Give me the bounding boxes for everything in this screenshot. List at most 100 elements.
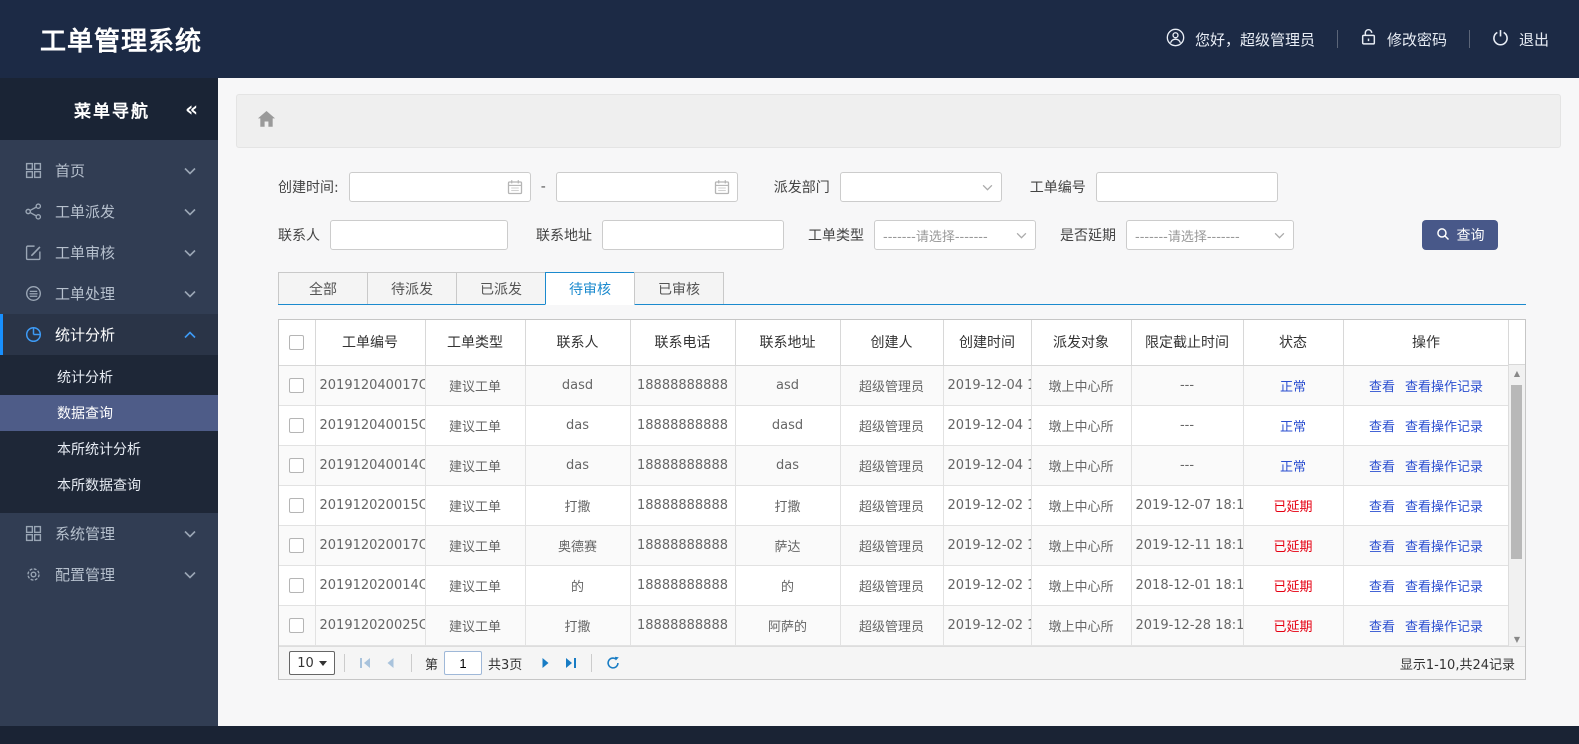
row-checkbox[interactable]: [289, 577, 305, 593]
logout-button[interactable]: 退出: [1492, 29, 1549, 50]
chevron-down-icon: [982, 180, 993, 195]
row-checkbox[interactable]: [289, 497, 305, 513]
tab-all[interactable]: 全部: [278, 272, 368, 304]
status-badge: 已延期: [1242, 564, 1344, 606]
search-button[interactable]: 查询: [1422, 220, 1498, 250]
row-checkbox[interactable]: [289, 457, 305, 473]
sidebar-item-review[interactable]: 工单审核: [0, 232, 218, 273]
page-size-value: 10: [297, 655, 314, 671]
chevron-down-icon: [184, 249, 196, 257]
submenu-item-local-statistics[interactable]: 本所统计分析: [0, 431, 218, 467]
sidebar-item-label: 配置管理: [55, 566, 116, 584]
view-log-link[interactable]: 查看操作记录: [1405, 420, 1483, 435]
create-time-start-input[interactable]: [349, 173, 530, 201]
row-checkbox[interactable]: [289, 377, 305, 393]
create-time-end-input[interactable]: [556, 173, 737, 201]
tab-pending-review[interactable]: 待审核: [545, 272, 635, 305]
calendar-icon[interactable]: [507, 179, 523, 199]
prev-page-button[interactable]: [378, 652, 402, 674]
main-content: 创建时间: - 派发部门 工单编号 联系人 联系地址 工单类型 -------请…: [218, 78, 1579, 726]
chevron-down-icon: [1274, 228, 1285, 243]
col-created: 创建时间: [942, 320, 1032, 366]
view-log-link[interactable]: 查看操作记录: [1405, 620, 1483, 635]
table-row: 201912020014C 建议工单 的 18888888888 的 超级管理员…: [279, 564, 1510, 606]
home-icon[interactable]: [257, 110, 276, 132]
view-link[interactable]: 查看: [1369, 500, 1395, 515]
sidebar-item-system[interactable]: 系统管理: [0, 513, 218, 554]
search-button-label: 查询: [1456, 227, 1485, 243]
power-icon: [1492, 29, 1509, 50]
submenu-label: 数据查询: [57, 406, 113, 422]
view-log-link[interactable]: 查看操作记录: [1405, 500, 1483, 515]
create-time-start-field[interactable]: [348, 172, 531, 202]
sidebar-item-label: 工单审核: [55, 244, 116, 262]
divider: [1468, 30, 1470, 48]
sidebar: 菜单导航 « 首页 工单派发 工单审核 工单处理 统计分析 统计分析 数据查询 …: [0, 78, 218, 726]
address-input[interactable]: [602, 220, 784, 250]
view-log-link[interactable]: 查看操作记录: [1405, 460, 1483, 475]
delay-select[interactable]: -------请选择-------: [1126, 220, 1294, 250]
create-time-end-field[interactable]: [555, 172, 738, 202]
user-greeting[interactable]: 您好，超级管理员: [1166, 28, 1315, 51]
sidebar-item-label: 首页: [55, 162, 86, 180]
view-link[interactable]: 查看: [1369, 420, 1395, 435]
sidebar-item-home[interactable]: 首页: [0, 150, 218, 191]
table-vertical-scrollbar[interactable]: ▲ ▼: [1508, 365, 1525, 646]
divider: [344, 654, 345, 672]
select-value: -------请选择-------: [1135, 229, 1240, 245]
logout-label: 退出: [1518, 30, 1549, 49]
order-type-select[interactable]: -------请选择-------: [874, 220, 1036, 250]
pagination-bar: 10 第 共3页: [279, 646, 1525, 679]
next-page-button[interactable]: [534, 652, 558, 674]
chevron-down-icon: [184, 290, 196, 298]
gear-icon: [24, 566, 42, 584]
divider: [411, 654, 412, 672]
scroll-up-arrow[interactable]: ▲: [1509, 369, 1525, 378]
page-size-select[interactable]: 10: [289, 651, 335, 675]
dispatch-dept-select[interactable]: [839, 172, 1002, 202]
tab-reviewed[interactable]: 已审核: [634, 272, 724, 304]
submenu-item-data-query[interactable]: 数据查询: [0, 395, 218, 431]
view-log-link[interactable]: 查看操作记录: [1405, 380, 1483, 395]
view-link[interactable]: 查看: [1369, 580, 1395, 595]
submenu-item-statistics-analysis[interactable]: 统计分析: [0, 359, 218, 395]
col-address: 联系地址: [734, 320, 841, 366]
page-number-input[interactable]: [444, 651, 483, 675]
row-checkbox[interactable]: [289, 417, 305, 433]
top-header: 工单管理系统 您好，超级管理员 修改密码 退出: [0, 0, 1579, 78]
select-all-checkbox[interactable]: [289, 334, 305, 350]
view-link[interactable]: 查看: [1369, 540, 1395, 555]
database-icon: [24, 285, 42, 303]
tab-pending-dispatch[interactable]: 待派发: [367, 272, 457, 304]
sidebar-item-process[interactable]: 工单处理: [0, 273, 218, 314]
divider: [591, 654, 593, 672]
change-password-button[interactable]: 修改密码: [1360, 28, 1447, 50]
lock-icon: [1360, 28, 1377, 50]
submenu-item-local-data-query[interactable]: 本所数据查询: [0, 467, 218, 503]
sidebar-item-dispatch[interactable]: 工单派发: [0, 191, 218, 232]
refresh-icon[interactable]: [601, 652, 625, 674]
calendar-icon[interactable]: [714, 179, 730, 199]
row-checkbox[interactable]: [289, 617, 305, 633]
scrollbar-thumb[interactable]: [1511, 385, 1522, 560]
scroll-down-arrow[interactable]: ▼: [1509, 635, 1525, 644]
col-phone: 联系电话: [629, 320, 736, 366]
last-page-button[interactable]: [558, 652, 582, 674]
contact-input[interactable]: [330, 220, 508, 250]
view-log-link[interactable]: 查看操作记录: [1405, 580, 1483, 595]
row-checkbox[interactable]: [289, 537, 305, 553]
sidebar-item-statistics[interactable]: 统计分析: [0, 314, 218, 355]
view-link[interactable]: 查看: [1369, 460, 1395, 475]
col-deadline: 限定截止时间: [1130, 320, 1244, 366]
scrollbar-header-spacer: [1508, 320, 1525, 365]
sidebar-collapse-icon[interactable]: «: [185, 99, 198, 119]
col-target: 派发对象: [1030, 320, 1132, 366]
tab-dispatched[interactable]: 已派发: [456, 272, 546, 304]
view-log-link[interactable]: 查看操作记录: [1405, 540, 1483, 555]
order-no-input[interactable]: [1095, 172, 1278, 202]
sidebar-item-config[interactable]: 配置管理: [0, 554, 218, 595]
view-link[interactable]: 查看: [1369, 620, 1395, 635]
chevron-down-icon: [184, 208, 196, 216]
view-link[interactable]: 查看: [1369, 380, 1395, 395]
first-page-button[interactable]: [354, 652, 378, 674]
